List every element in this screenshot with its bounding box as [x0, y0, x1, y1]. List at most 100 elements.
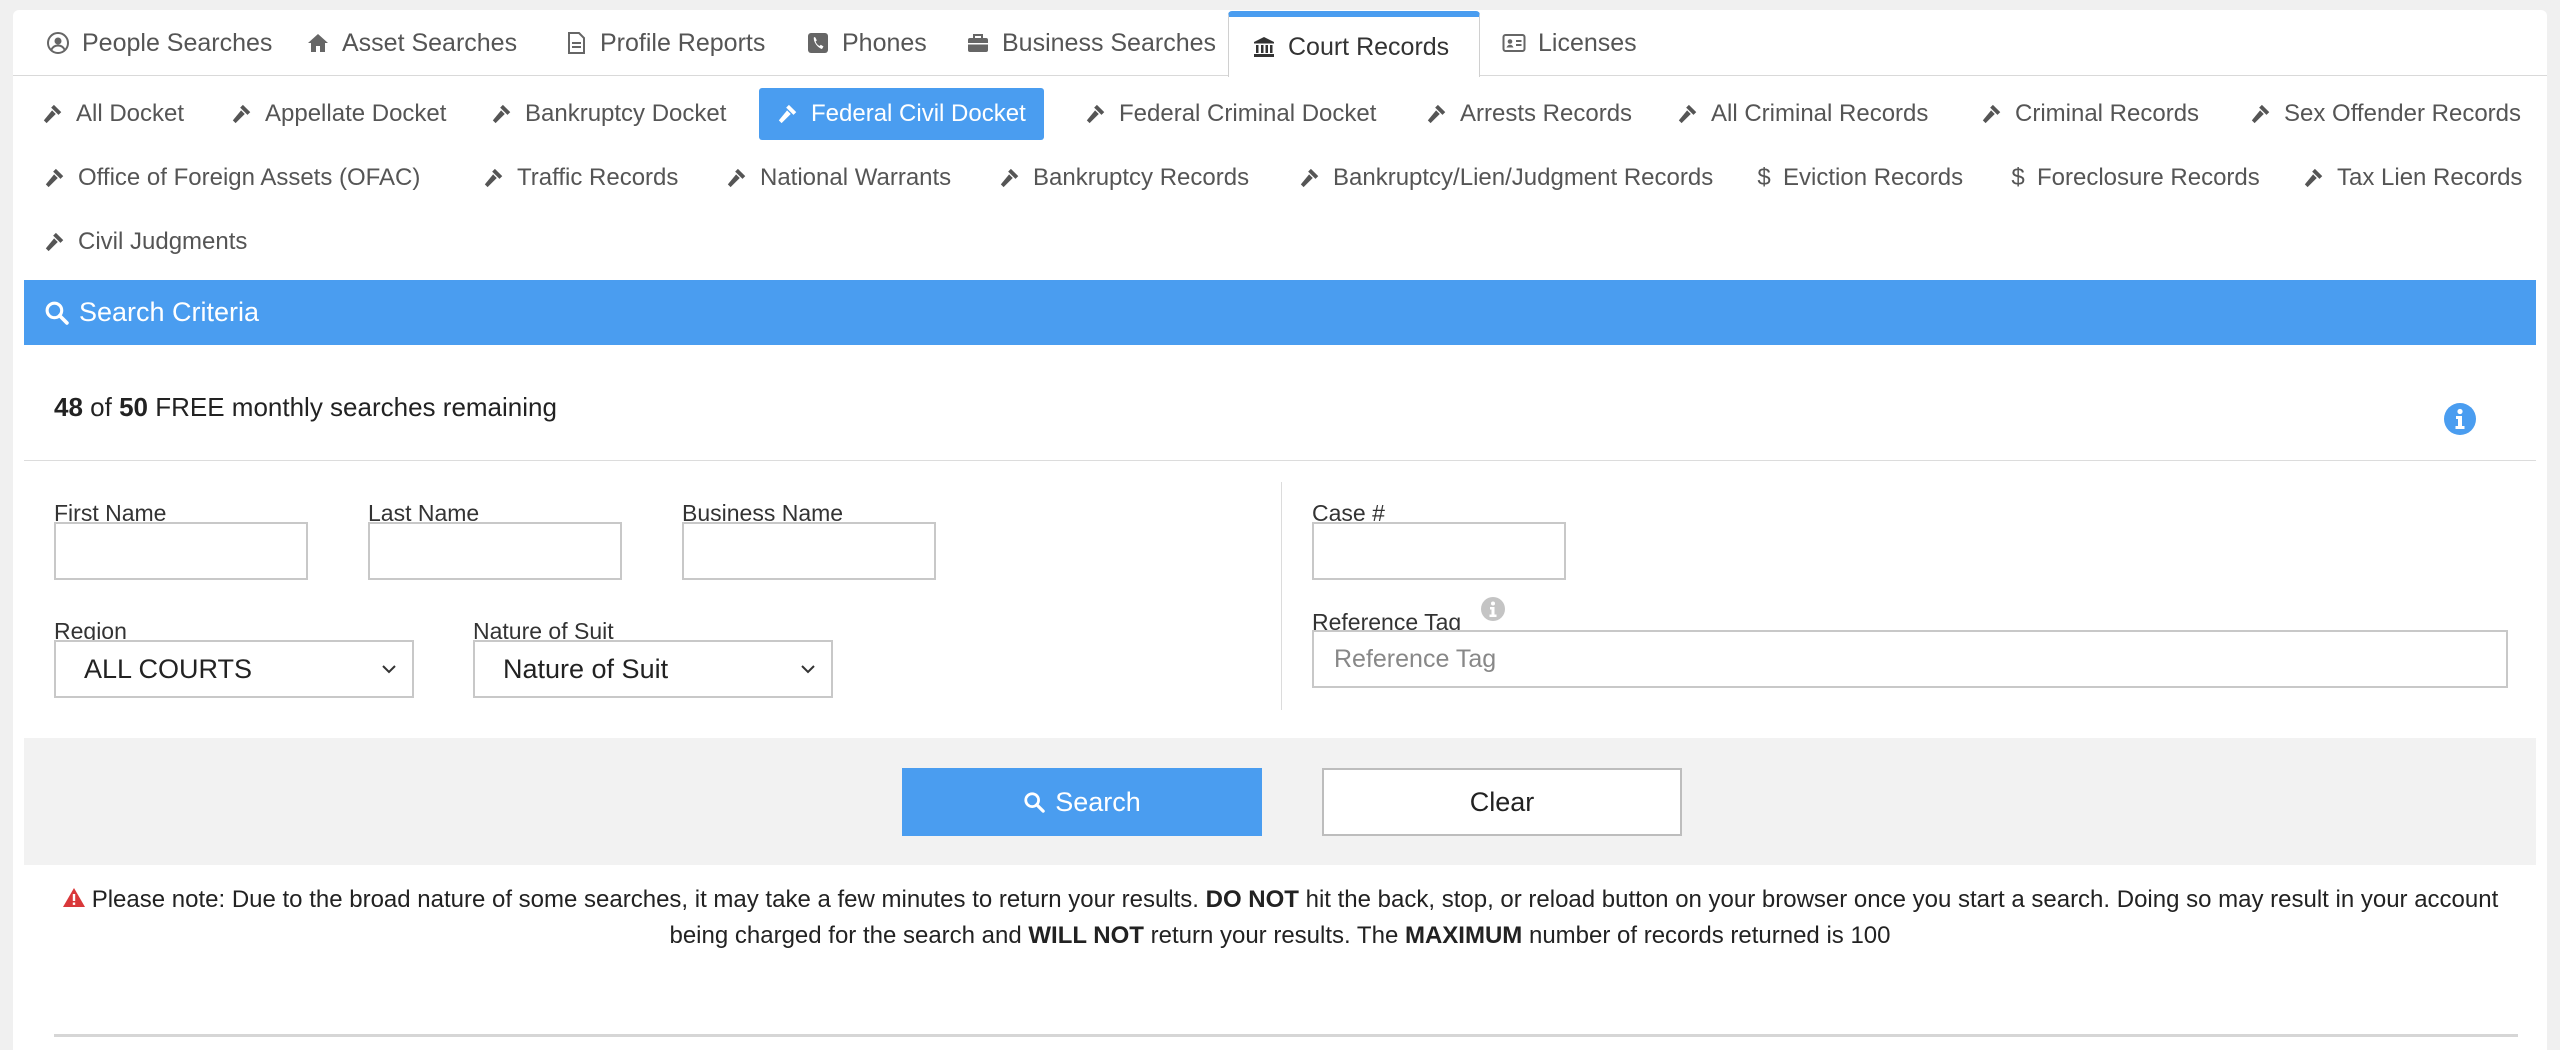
gavel-icon: [778, 104, 797, 124]
gavel-icon: [1427, 104, 1446, 124]
subtab-all-docket[interactable]: All Docket: [24, 88, 202, 140]
tab-label: Licenses: [1538, 28, 1637, 57]
search-button[interactable]: Search: [902, 768, 1262, 836]
tab-court-records[interactable]: Court Records: [1228, 11, 1480, 77]
subtab-label: Federal Civil Docket: [811, 100, 1026, 127]
gavel-icon: [232, 104, 251, 124]
case-number-input[interactable]: [1312, 522, 1566, 580]
document-icon: [568, 32, 585, 54]
tab-phones[interactable]: Phones: [783, 10, 927, 76]
page: People Searches Asset Searches Profile R…: [13, 10, 2547, 1050]
gavel-icon: [43, 104, 62, 124]
info-icon[interactable]: [2443, 402, 2477, 436]
subtab-foreclosure-records[interactable]: $ Foreclosure Records: [1993, 152, 2278, 204]
gavel-icon: [45, 232, 64, 252]
tab-profile-reports[interactable]: Profile Reports: [541, 10, 765, 76]
subtab-label: Tax Lien Records: [2337, 164, 2523, 191]
tab-label: Asset Searches: [342, 28, 518, 57]
gavel-icon: [492, 104, 511, 124]
subtab-civil-judgments[interactable]: Civil Judgments: [26, 216, 265, 268]
bottom-divider: [54, 1034, 2518, 1037]
search-criteria-title: Search Criteria: [79, 297, 260, 327]
business-name-input[interactable]: [682, 522, 936, 580]
subtab-bankruptcy-records[interactable]: Bankruptcy Records: [981, 152, 1267, 204]
home-icon: [308, 34, 328, 52]
subtab-tax-lien-records[interactable]: Tax Lien Records: [2285, 152, 2540, 204]
info-icon[interactable]: [1480, 596, 1506, 622]
subtab-bankruptcy-docket[interactable]: Bankruptcy Docket: [473, 88, 744, 140]
subtab-label: National Warrants: [760, 164, 952, 191]
courthouse-icon: [1254, 37, 1274, 57]
tab-business-searches[interactable]: Business Searches: [943, 10, 1216, 76]
region-selected-value: ALL COURTS: [84, 653, 253, 684]
phone-icon: [808, 33, 828, 53]
nature-of-suit-selected-value: Nature of Suit: [503, 653, 669, 684]
notice-text-3: return your results. The: [1150, 922, 1399, 949]
tab-asset-searches[interactable]: Asset Searches: [283, 10, 517, 76]
subtab-label: Criminal Records: [2015, 100, 2200, 127]
subtab-label: Bankruptcy Records: [1033, 164, 1250, 191]
searches-of: of: [90, 392, 112, 422]
subtab-label: Federal Criminal Docket: [1119, 100, 1377, 127]
gavel-icon: [1000, 168, 1019, 188]
first-name-input[interactable]: [54, 522, 308, 580]
gavel-icon: [45, 168, 64, 188]
subtab-label: Arrests Records: [1460, 100, 1633, 127]
main-tabs: People Searches Asset Searches Profile R…: [13, 10, 2547, 77]
notice-bold-1: DO NOT: [1205, 886, 1299, 913]
criteria-divider: [24, 460, 2536, 461]
search-criteria-header: Search Criteria: [24, 280, 2536, 345]
reference-tag-input[interactable]: [1312, 630, 2508, 688]
subtab-sex-offender-records[interactable]: Sex Offender Records: [2232, 88, 2539, 140]
tab-label: Phones: [842, 28, 927, 57]
chevron-down-icon: [801, 665, 815, 674]
id-card-icon: [1502, 34, 1526, 52]
tab-label: Business Searches: [1002, 28, 1217, 57]
nature-of-suit-select[interactable]: Nature of Suit: [473, 640, 833, 698]
subtab-ofac[interactable]: Office of Foreign Assets (OFAC): [26, 152, 438, 204]
region-select[interactable]: ALL COURTS: [54, 640, 414, 698]
notice-text-1: Please note: Due to the broad nature of …: [91, 886, 1199, 913]
search-notice: Please note: Due to the broad nature of …: [53, 882, 2507, 954]
subtab-traffic-records[interactable]: Traffic Records: [465, 152, 696, 204]
subtab-label: Bankruptcy/Lien/Judgment Records: [1333, 164, 1714, 191]
notice-bold-2: WILL NOT: [1028, 922, 1144, 949]
subtab-label: Eviction Records: [1783, 164, 1964, 191]
subtab-label: Civil Judgments: [78, 228, 248, 255]
subtab-label: Bankruptcy Docket: [525, 100, 727, 127]
subtab-label: Appellate Docket: [265, 100, 447, 127]
dollar-icon: $: [1757, 164, 1771, 191]
subtab-label: All Docket: [76, 100, 185, 127]
clear-button[interactable]: Clear: [1322, 768, 1682, 836]
subtab-bankruptcy-lien-judgment-records[interactable]: Bankruptcy/Lien/Judgment Records: [1281, 152, 1731, 204]
tab-label: People Searches: [82, 28, 273, 57]
last-name-input[interactable]: [368, 522, 622, 580]
notice-text-4: number of records returned is 100: [1528, 922, 1891, 949]
free-searches-remaining: 48 of 50 FREE monthly searches remaining: [54, 392, 557, 423]
search-icon: [1024, 792, 1045, 813]
gavel-icon: [727, 168, 746, 188]
chevron-down-icon: [382, 665, 396, 674]
gavel-icon: [1678, 104, 1697, 124]
subtab-all-criminal-records[interactable]: All Criminal Records: [1659, 88, 1946, 140]
subtab-arrests-records[interactable]: Arrests Records: [1408, 88, 1650, 140]
gavel-icon: [1982, 104, 2001, 124]
subtab-criminal-records[interactable]: Criminal Records: [1963, 88, 2217, 140]
button-bar: Search Clear: [24, 738, 2536, 865]
briefcase-icon: [968, 34, 988, 52]
subtab-label: Sex Offender Records: [2284, 100, 2522, 127]
subtab-national-warrants[interactable]: National Warrants: [708, 152, 969, 204]
tab-people-searches[interactable]: People Searches: [23, 10, 272, 76]
gavel-icon: [484, 168, 503, 188]
subtab-appellate-docket[interactable]: Appellate Docket: [213, 88, 464, 140]
dollar-icon: $: [2011, 164, 2025, 191]
gavel-icon: [2251, 104, 2270, 124]
searches-used: 48: [54, 392, 83, 422]
subtab-label: All Criminal Records: [1711, 100, 1929, 127]
subtab-federal-criminal-docket[interactable]: Federal Criminal Docket: [1067, 88, 1394, 140]
search-button-label: Search: [1055, 786, 1141, 817]
tab-licenses[interactable]: Licenses: [1479, 10, 1637, 76]
subtab-federal-civil-docket[interactable]: Federal Civil Docket: [759, 88, 1044, 140]
tab-label: Court Records: [1288, 32, 1450, 61]
subtab-eviction-records[interactable]: $ Eviction Records: [1739, 152, 1981, 204]
